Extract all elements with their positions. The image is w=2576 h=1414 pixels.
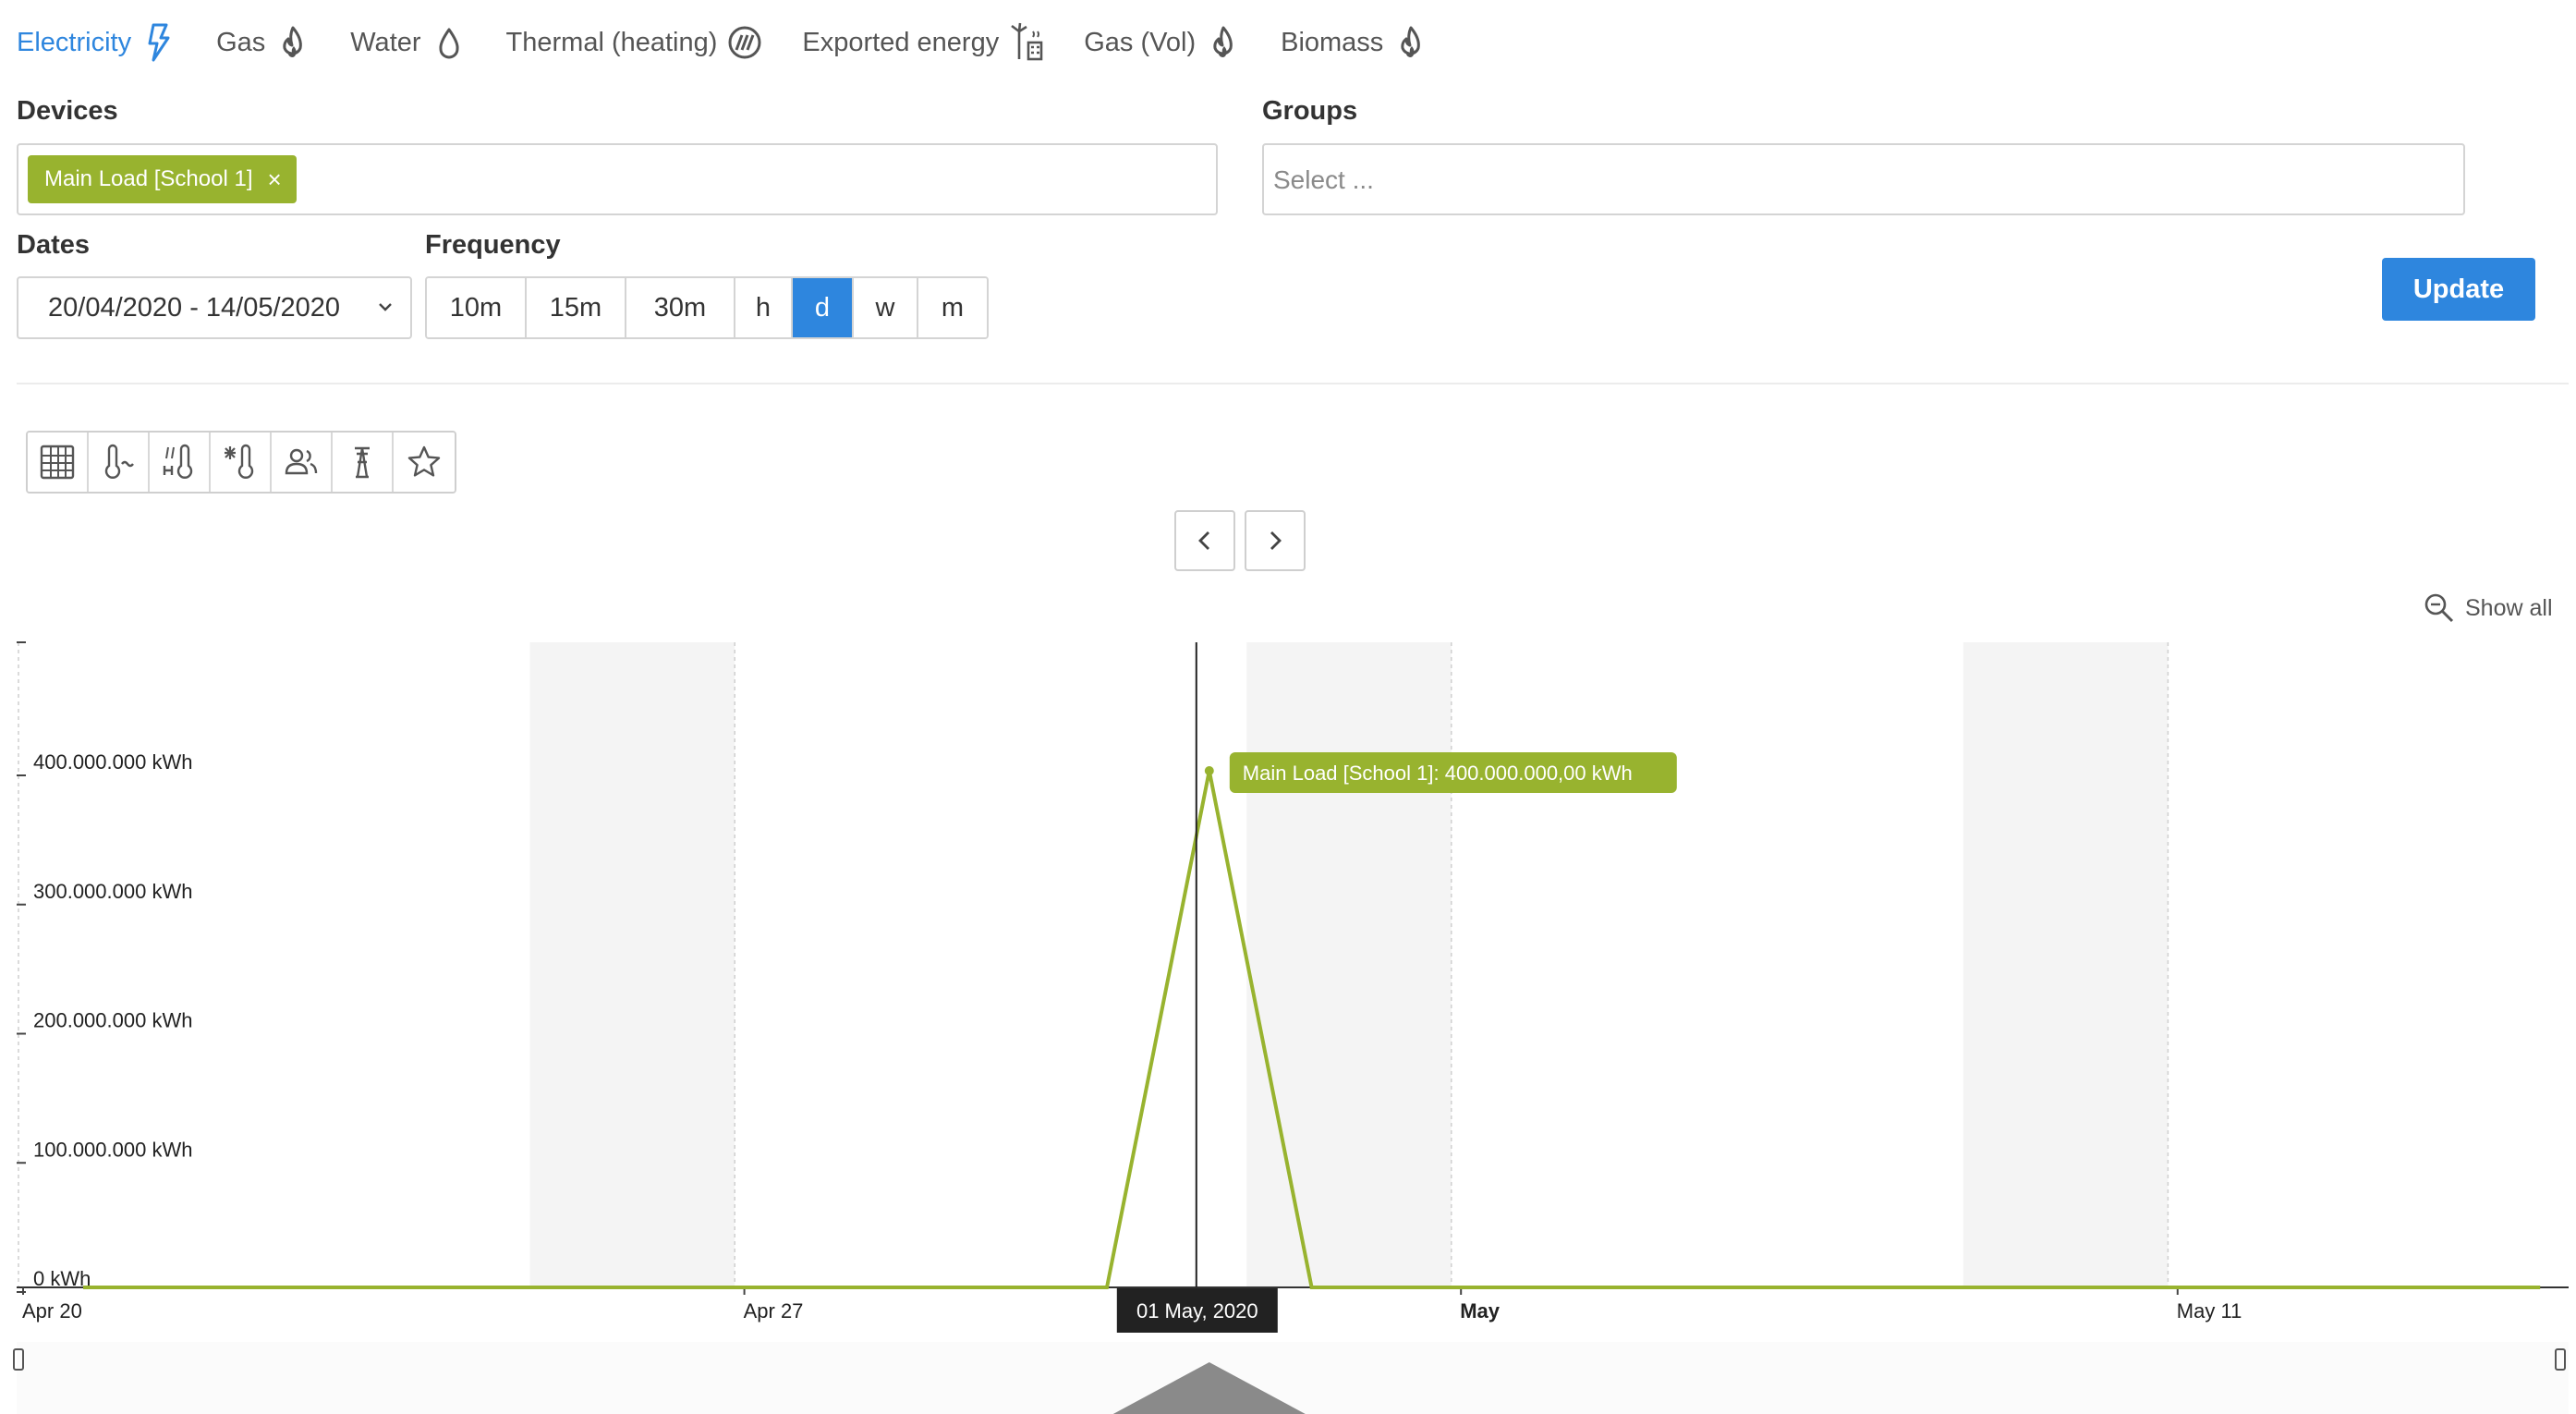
tab-label: Gas bbox=[216, 27, 266, 57]
frequency-option-h[interactable]: h bbox=[735, 278, 793, 337]
remove-device-button[interactable]: × bbox=[267, 165, 281, 194]
tab-label: Electricity bbox=[17, 27, 132, 57]
navigator-track bbox=[17, 1342, 2569, 1414]
data-point-peak bbox=[1204, 766, 1214, 775]
tab-exported-energy[interactable]: Exported energy bbox=[802, 22, 1043, 63]
lightning-icon bbox=[142, 22, 176, 63]
groups-label: Groups bbox=[1262, 96, 1358, 126]
tab-biomass[interactable]: Biomass bbox=[1281, 22, 1428, 63]
frequency-option-15m[interactable]: 15m bbox=[527, 278, 626, 337]
cooling-icon bbox=[225, 444, 254, 479]
degree-days-button[interactable] bbox=[150, 433, 211, 492]
device-chip: Main Load [School 1] × bbox=[28, 155, 297, 203]
flame-icon bbox=[1207, 22, 1240, 63]
show-all-button[interactable]: Show all bbox=[2423, 591, 2553, 625]
x-tick-label: May bbox=[1460, 1299, 1501, 1323]
cooling-button[interactable] bbox=[211, 433, 272, 492]
divider bbox=[17, 383, 2569, 384]
show-all-label: Show all bbox=[2465, 594, 2553, 621]
favorite-button[interactable] bbox=[394, 433, 455, 492]
wind-turbine-icon bbox=[1010, 22, 1043, 63]
x-tick-label: May 11 bbox=[2177, 1299, 2242, 1323]
chevron-right-icon bbox=[1270, 531, 1282, 550]
pylon-button[interactable] bbox=[333, 433, 394, 492]
temperature-icon bbox=[104, 444, 134, 479]
tab-label: Gas (Vol) bbox=[1084, 27, 1197, 57]
frequency-option-10m[interactable]: 10m bbox=[427, 278, 527, 337]
groups-input[interactable] bbox=[1273, 162, 2447, 199]
y-tick-label: 400.000.000 kWh bbox=[33, 750, 192, 774]
y-tick-label: 300.000.000 kWh bbox=[33, 880, 192, 903]
tab-gas[interactable]: Gas bbox=[216, 22, 310, 63]
degree-days-icon bbox=[163, 444, 193, 479]
device-chip-label: Main Load [School 1] bbox=[44, 166, 253, 191]
weekend-band bbox=[529, 642, 735, 1287]
devices-label: Devices bbox=[17, 96, 118, 126]
tab-water[interactable]: Water bbox=[350, 22, 465, 63]
update-button[interactable]: Update bbox=[2382, 258, 2535, 321]
tooltip-text: Main Load [School 1]: 400.000.000,00 kWh bbox=[1243, 762, 1633, 785]
energy-type-tabs: Electricity Gas Water Thermal (heating) Expo… bbox=[17, 17, 1468, 68]
frequency-selector: 10m 15m 30m h d w m bbox=[425, 276, 989, 339]
chart-toolbar bbox=[26, 431, 456, 494]
water-drop-icon bbox=[432, 22, 466, 63]
flame-icon bbox=[276, 22, 310, 63]
chevron-down-icon bbox=[379, 303, 392, 311]
pylon-icon bbox=[355, 446, 370, 479]
weekend-band bbox=[1962, 642, 2169, 1287]
x-tick-label: Apr 20 bbox=[22, 1299, 82, 1323]
groups-select[interactable] bbox=[1262, 143, 2465, 215]
y-tick-label: 100.000.000 kWh bbox=[33, 1138, 192, 1161]
favorite-star-icon bbox=[407, 445, 441, 477]
frequency-label: Frequency bbox=[425, 230, 561, 260]
frequency-option-30m[interactable]: 30m bbox=[626, 278, 735, 337]
occupancy-icon bbox=[285, 448, 318, 475]
tab-label: Thermal (heating) bbox=[505, 27, 718, 57]
previous-period-button[interactable] bbox=[1174, 510, 1235, 571]
tab-electricity[interactable]: Electricity bbox=[17, 22, 176, 63]
weekend-band bbox=[1246, 642, 1452, 1287]
frequency-option-m[interactable]: m bbox=[918, 278, 987, 337]
dates-label: Dates bbox=[17, 230, 90, 260]
date-range-picker[interactable]: 20/04/2020 - 14/05/2020 bbox=[17, 276, 412, 339]
heating-icon bbox=[728, 22, 761, 63]
frequency-option-d[interactable]: d bbox=[793, 278, 854, 337]
tab-label: Biomass bbox=[1281, 27, 1384, 57]
chevron-left-icon bbox=[1198, 531, 1209, 550]
tab-label: Water bbox=[350, 27, 421, 57]
frequency-option-w[interactable]: w bbox=[854, 278, 918, 337]
tab-thermal-heating[interactable]: Thermal (heating) bbox=[506, 22, 762, 63]
tab-label: Exported energy bbox=[802, 27, 1000, 57]
occupancy-button[interactable] bbox=[272, 433, 333, 492]
flame-icon bbox=[1394, 22, 1428, 63]
next-period-button[interactable] bbox=[1245, 510, 1306, 571]
tab-gas-vol[interactable]: Gas (Vol) bbox=[1084, 22, 1240, 63]
table-view-button[interactable] bbox=[28, 433, 89, 492]
crosshair-label: 01 May, 2020 bbox=[1136, 1299, 1258, 1323]
temperature-button[interactable] bbox=[89, 433, 150, 492]
date-range-value: 20/04/2020 - 14/05/2020 bbox=[48, 292, 341, 323]
table-icon bbox=[40, 445, 75, 480]
consumption-chart[interactable]: 0 kWh100.000.000 kWh200.000.000 kWh300.0… bbox=[0, 628, 2576, 1414]
y-tick-label: 200.000.000 kWh bbox=[33, 1009, 192, 1032]
devices-select[interactable]: Main Load [School 1] × bbox=[17, 143, 1218, 215]
zoom-out-icon bbox=[2424, 593, 2454, 623]
x-tick-label: Apr 27 bbox=[744, 1299, 804, 1323]
